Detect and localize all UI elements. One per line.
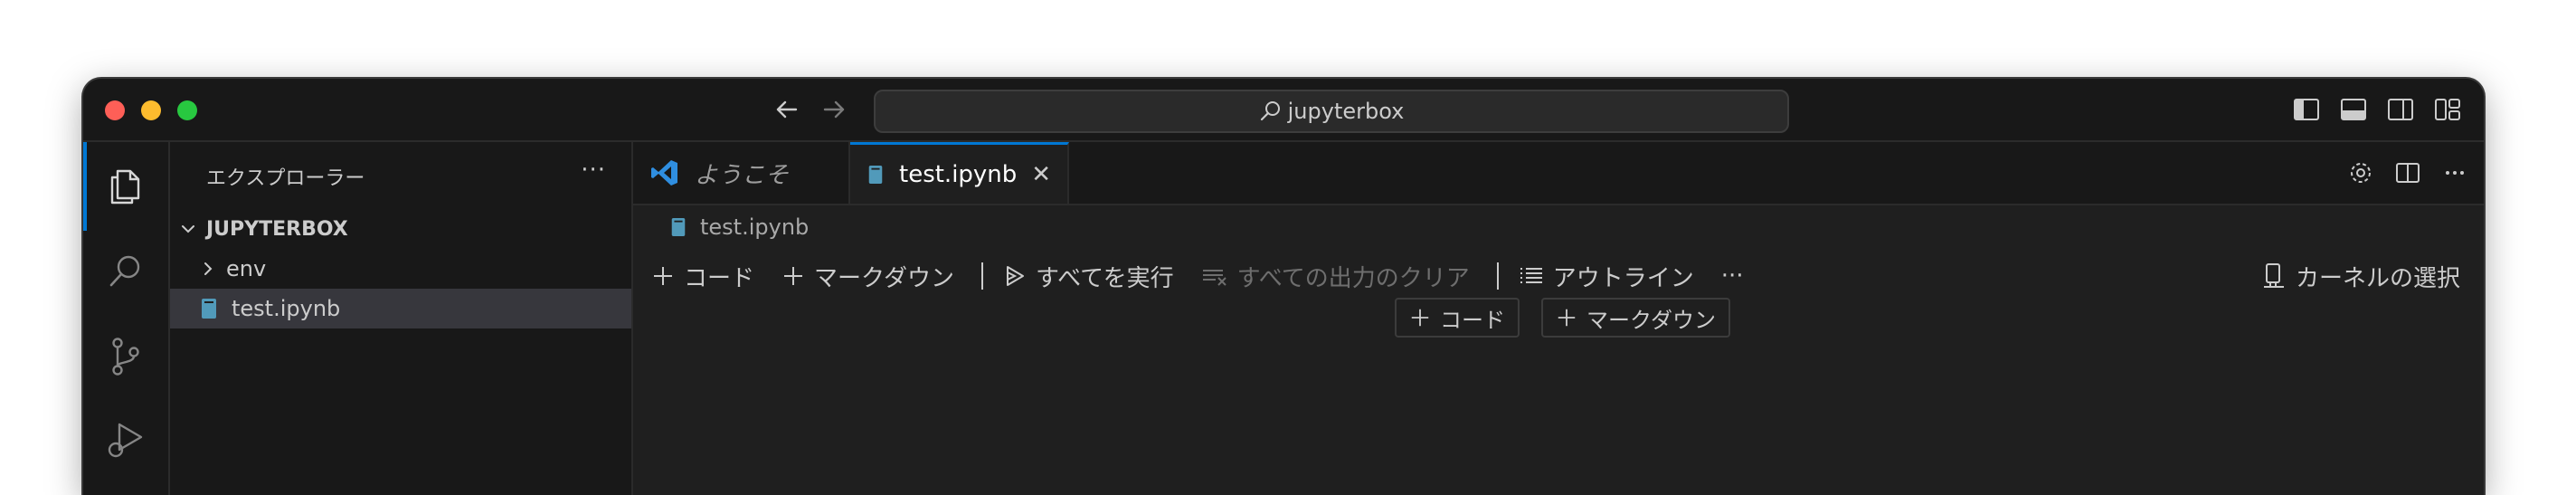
plus-icon xyxy=(1411,309,1429,327)
toolbar-separator xyxy=(1496,262,1499,290)
breadcrumb[interactable]: test.ipynb xyxy=(669,214,809,240)
add-code-label: コード xyxy=(684,264,755,292)
folder-name: JUPYTERBOX xyxy=(206,217,348,241)
search-icon xyxy=(1260,101,1280,121)
notebook-toolbar: コード マークダウン すべてを実行 すべての出力のクリア アウトライン ··· xyxy=(651,254,2484,298)
tab-close-icon[interactable]: ✕ xyxy=(1031,161,1051,188)
customize-layout-icon[interactable] xyxy=(2433,95,2462,124)
tab-bar: ようこそ test.ipynb ✕ xyxy=(633,142,2484,205)
source-control-icon[interactable] xyxy=(101,332,150,381)
notebook-file-icon xyxy=(202,299,216,319)
title-bar: jupyterbox xyxy=(83,79,2484,142)
tree-item-label: env xyxy=(226,256,267,281)
more-actions-icon[interactable] xyxy=(2440,158,2469,187)
split-editor-icon[interactable] xyxy=(2393,158,2422,187)
search-text: jupyterbox xyxy=(1287,99,1405,124)
run-all-label: すべてを実行 xyxy=(1035,264,1174,292)
insert-code-label: コード xyxy=(1440,307,1505,333)
list-icon xyxy=(1520,268,1542,283)
back-arrow-icon[interactable] xyxy=(771,93,803,126)
run-debug-icon[interactable] xyxy=(101,417,150,466)
add-code-cell-button[interactable]: コード xyxy=(651,260,754,293)
toolbar-more-label: ··· xyxy=(1720,262,1744,290)
toggle-panel-icon[interactable] xyxy=(2339,95,2368,124)
tab-label: test.ipynb xyxy=(899,160,1018,188)
toggle-secondary-sidebar-icon[interactable] xyxy=(2386,95,2415,124)
run-all-button[interactable]: すべてを実行 xyxy=(1003,260,1174,293)
explorer-sidebar: エクスプローラー ··· JUPYTERBOX env test.ipynb xyxy=(170,142,633,495)
minimize-window-button[interactable] xyxy=(141,100,161,120)
outline-label: アウトライン xyxy=(1552,264,1694,292)
tree-item-env[interactable]: env xyxy=(170,249,631,289)
tab-welcome[interactable]: ようこそ xyxy=(633,142,850,204)
search-icon[interactable] xyxy=(101,247,150,296)
toolbar-more-button[interactable]: ··· xyxy=(1721,262,1744,290)
sidebar-title: エクスプローラー xyxy=(206,167,365,190)
active-indicator xyxy=(83,142,87,231)
settings-gear-icon[interactable] xyxy=(2346,158,2375,187)
maximize-window-button[interactable] xyxy=(177,100,197,120)
tab-label: ようこそ xyxy=(695,161,790,189)
explorer-icon[interactable] xyxy=(101,162,150,211)
breadcrumb-label: test.ipynb xyxy=(700,214,810,240)
kernel-label: カーネルの選択 xyxy=(2295,264,2460,292)
notebook-file-icon xyxy=(868,165,883,184)
chevron-right-icon xyxy=(204,262,213,275)
notebook-file-icon xyxy=(671,218,686,236)
toggle-primary-sidebar-icon[interactable] xyxy=(2292,95,2321,124)
add-markdown-label: マークダウン xyxy=(814,264,954,292)
activity-bar xyxy=(83,142,170,495)
tree-item-label: test.ipynb xyxy=(232,296,341,321)
insert-markdown-cell-button[interactable]: マークダウン xyxy=(1541,298,1731,338)
select-kernel-button[interactable]: カーネルの選択 xyxy=(2261,254,2460,298)
outline-button[interactable]: アウトライン xyxy=(1519,260,1694,293)
tab-test-ipynb[interactable]: test.ipynb ✕ xyxy=(850,142,1069,204)
command-center-search[interactable]: jupyterbox xyxy=(874,90,1789,133)
tree-item-test-ipynb[interactable]: test.ipynb xyxy=(170,289,631,328)
clear-all-icon xyxy=(1202,270,1226,286)
chevron-down-icon xyxy=(182,225,194,233)
close-window-button[interactable] xyxy=(105,100,125,120)
insert-code-cell-button[interactable]: コード xyxy=(1395,298,1520,338)
folder-header-jupyterbox[interactable]: JUPYTERBOX xyxy=(170,209,631,249)
editor-area: ようこそ test.ipynb ✕ test.ipynb コード マークダウン … xyxy=(633,142,2484,495)
plus-icon xyxy=(1558,309,1576,327)
toolbar-separator xyxy=(980,262,983,290)
plus-icon xyxy=(654,267,672,285)
forward-arrow-icon[interactable] xyxy=(818,93,850,126)
clear-outputs-button[interactable]: すべての出力のクリア xyxy=(1201,260,1470,293)
sidebar-more-button[interactable]: ··· xyxy=(581,157,606,184)
run-all-icon xyxy=(1006,266,1024,286)
insert-markdown-label: マークダウン xyxy=(1586,307,1717,333)
plus-icon xyxy=(784,267,803,285)
vscode-window: jupyterbox エクスプローラー ··· JUPYTERBOX env t… xyxy=(83,79,2484,495)
add-markdown-cell-button[interactable]: マークダウン xyxy=(781,260,954,293)
clear-outputs-label: すべての出力のクリア xyxy=(1236,264,1470,292)
vscode-logo-icon xyxy=(651,160,677,186)
server-icon xyxy=(2263,263,2284,288)
